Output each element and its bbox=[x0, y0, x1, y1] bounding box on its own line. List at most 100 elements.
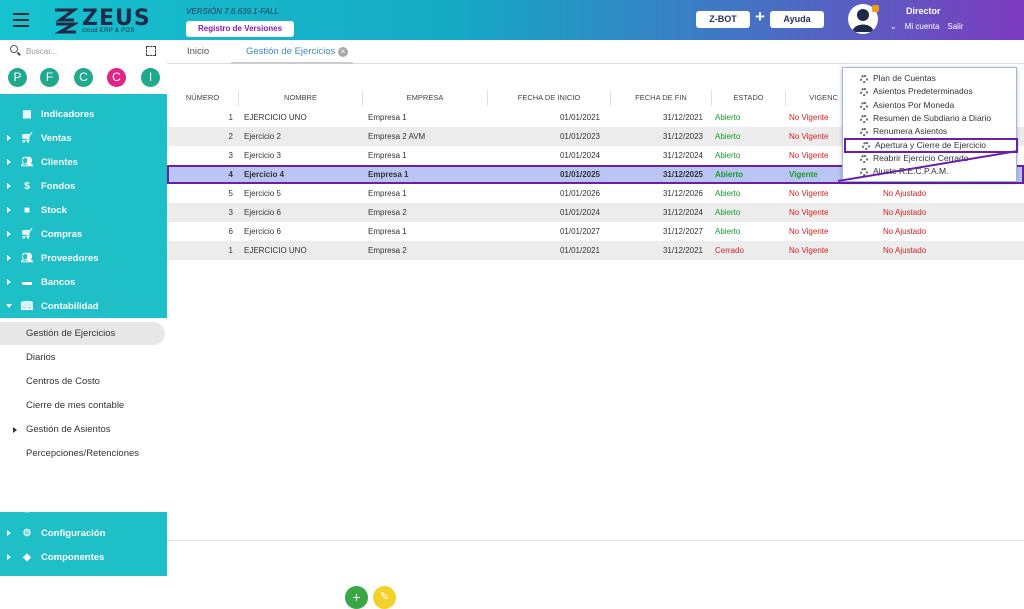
quick-button-c2[interactable]: C bbox=[107, 68, 126, 87]
cell-nombre: Ejercicio 3 bbox=[244, 151, 281, 160]
sidebar-item-label: Configuración bbox=[41, 527, 106, 539]
sidebar-item-configuracion[interactable]: ⚙ Configuración bbox=[0, 521, 167, 545]
lock-icon: 🔒︎ bbox=[24, 503, 30, 515]
submenu-item-centros-costo[interactable]: Centros de Costo bbox=[0, 370, 165, 393]
edit-button[interactable]: ✎ bbox=[373, 586, 396, 609]
add-button[interactable]: + bbox=[345, 586, 368, 609]
cart-plus-icon: 🛒︎ bbox=[20, 228, 34, 240]
search-input[interactable]: Buscar... bbox=[26, 47, 57, 56]
close-tab-icon[interactable]: × bbox=[338, 47, 348, 57]
cell-num: 3 bbox=[228, 208, 233, 217]
sidebar-item-label: Indicadores bbox=[41, 108, 95, 120]
cell-inicio: 01/01/2021 bbox=[559, 113, 600, 122]
cell-num: 5 bbox=[228, 189, 233, 198]
sidebar-item-autorizaciones[interactable]: 🔒︎ Autorizaciones bbox=[0, 497, 167, 521]
cell-estado: Abierto bbox=[715, 227, 741, 236]
cell-ajuste: No Ajustado bbox=[883, 208, 927, 217]
sidebar-item-label: Clientes bbox=[41, 156, 78, 168]
quick-button-f[interactable]: F bbox=[40, 68, 59, 87]
chevron-right-icon bbox=[7, 231, 11, 237]
hamburger-menu-icon[interactable] bbox=[13, 13, 29, 27]
tab-inicio[interactable]: Inicio bbox=[187, 46, 209, 57]
sidebar-item-ventas[interactable]: 🛒︎ Ventas bbox=[0, 126, 167, 150]
quick-button-c[interactable]: C bbox=[74, 68, 93, 87]
sidebar-item-componentes[interactable]: ◆ Componentes bbox=[0, 545, 167, 569]
chevron-right-icon bbox=[7, 554, 11, 560]
submenu-item-diarios[interactable]: Diarios bbox=[0, 346, 165, 369]
plus-icon: + bbox=[755, 7, 765, 26]
sidebar-item-label: Stock bbox=[41, 204, 67, 216]
context-menu-item[interactable]: Asientos Predeterminados bbox=[843, 85, 1018, 98]
cell-num: 1 bbox=[228, 113, 233, 122]
chevron-right-icon bbox=[7, 135, 11, 141]
context-menu-item[interactable]: Reabrir Ejercicio Cerrado bbox=[843, 152, 1018, 165]
table-row[interactable]: 5 Ejercicio 5 Empresa 1 01/01/2026 31/12/202… bbox=[167, 184, 1024, 203]
logo-subtitle: cloud ERP & POS bbox=[82, 28, 135, 34]
ayuda-button[interactable]: Ayuda bbox=[770, 11, 824, 28]
sidebar-item-bancos[interactable]: ▬ Bancos bbox=[0, 270, 167, 294]
context-menu-item[interactable]: Renumera Asientos bbox=[843, 125, 1018, 138]
context-menu-item[interactable]: Ajuste R.E.C.P.A.M. bbox=[843, 165, 1018, 178]
submenu-item-gestion-asientos[interactable]: Gestión de Asientos bbox=[0, 418, 165, 441]
cell-empresa: Empresa 2 bbox=[368, 246, 407, 255]
quick-button-p[interactable]: P bbox=[8, 68, 27, 87]
sidebar-item-proveedores[interactable]: 👥︎ Proveedores bbox=[0, 246, 167, 270]
column-header-estado[interactable]: ESTADO bbox=[712, 90, 786, 106]
column-header-numero[interactable]: NÚMERO bbox=[167, 90, 239, 106]
submenu-item-gestion-ejercicios[interactable]: Gestión de Ejercicios bbox=[0, 322, 165, 345]
cell-empresa: Empresa 1 bbox=[368, 151, 407, 160]
context-menu-item[interactable]: Asientos Por Moneda bbox=[843, 99, 1018, 112]
submenu-item-percepciones[interactable]: Percepciones/Retenciones bbox=[0, 442, 165, 465]
cell-fin: 31/12/2024 bbox=[662, 208, 703, 217]
gear-icon bbox=[860, 75, 868, 83]
sidebar-item-indicadores[interactable]: ▦ Indicadores bbox=[0, 102, 167, 126]
people-icon: 👥︎ bbox=[20, 156, 34, 168]
cell-nombre: Ejercicio 4 bbox=[244, 170, 285, 179]
registro-versiones-button[interactable]: Registro de Versiones bbox=[186, 21, 294, 37]
column-header-empresa[interactable]: EMPRESA bbox=[363, 90, 488, 106]
sidebar-item-contabilidad[interactable]: 📖︎ Contabilidad bbox=[0, 294, 167, 318]
submenu-item-cierre-mes[interactable]: Cierre de mes contable bbox=[0, 394, 165, 417]
table-row[interactable]: 6 Ejercicio 6 Empresa 1 01/01/2027 31/12/202… bbox=[167, 222, 1024, 241]
context-menu-item[interactable]: Resumen de Subdiario a Diario bbox=[843, 112, 1018, 125]
cell-inicio: 01/01/2027 bbox=[559, 227, 600, 236]
salir-link[interactable]: Salir bbox=[947, 22, 963, 31]
cell-empresa: Empresa 1 bbox=[368, 170, 409, 179]
gear-icon bbox=[860, 128, 868, 137]
sidebar-item-label: Reportes bbox=[41, 479, 83, 491]
mi-cuenta-link[interactable]: Mi cuenta bbox=[905, 22, 940, 31]
sidebar-search[interactable]: Buscar... bbox=[0, 40, 167, 64]
context-menu-item[interactable]: Plan de Cuentas bbox=[843, 72, 1018, 85]
zeus-logo-icon bbox=[54, 8, 78, 34]
zbot-button[interactable]: Z-BOT bbox=[696, 11, 750, 28]
quick-button-i[interactable]: I bbox=[141, 68, 160, 87]
expand-icon[interactable] bbox=[146, 46, 156, 56]
chevron-right-icon bbox=[13, 426, 17, 433]
context-menu-label: Ajuste R.E.C.P.A.M. bbox=[873, 166, 949, 177]
column-header-nombre[interactable]: NOMBRE bbox=[239, 90, 363, 106]
notification-badge bbox=[872, 5, 879, 12]
cart-icon: 🛒︎ bbox=[20, 132, 34, 144]
table-row[interactable]: 1 EJERCICIO UNO Empresa 2 01/01/2021 31/12/2… bbox=[167, 241, 1024, 260]
user-name: Director bbox=[906, 6, 941, 16]
sidebar-item-fondos[interactable]: $ Fondos bbox=[0, 174, 167, 198]
cell-nombre: Ejercicio 6 bbox=[244, 227, 281, 236]
sidebar-item-compras[interactable]: 🛒︎ Compras bbox=[0, 222, 167, 246]
column-header-fecha-fin[interactable]: FECHA DE FIN bbox=[611, 90, 712, 106]
chevron-down-icon[interactable]: ⌄ bbox=[890, 22, 897, 31]
sidebar-item-clientes[interactable]: 👥︎ Clientes bbox=[0, 150, 167, 174]
column-header-vigencia[interactable]: VIGENC bbox=[786, 90, 842, 106]
chevron-right-icon bbox=[7, 207, 11, 213]
cell-fin: 31/12/2021 bbox=[662, 113, 703, 122]
tab-gestion-ejercicios[interactable]: Gestión de Ejercicios bbox=[246, 46, 335, 57]
column-header-fecha-inicio[interactable]: FECHA DE INICIO bbox=[488, 90, 611, 106]
sidebar: Buscar... P F C C I ▦ Indicadores 🛒︎ Ven… bbox=[0, 40, 167, 576]
sidebar-item-reportes[interactable]: ▤ Reportes bbox=[0, 473, 167, 497]
quick-access-bar: P F C C I bbox=[0, 64, 167, 94]
cell-empresa: Empresa 1 bbox=[368, 189, 407, 198]
report-icon: ▤ bbox=[22, 479, 32, 491]
cell-fin: 31/12/2027 bbox=[662, 227, 703, 236]
table-row[interactable]: 3 Ejercicio 6 Empresa 2 01/01/2024 31/12/202… bbox=[167, 203, 1024, 222]
context-menu-item[interactable]: Apertura y Cierre de Ejercicio bbox=[844, 137, 1018, 153]
sidebar-item-stock[interactable]: ■ Stock bbox=[0, 198, 167, 222]
